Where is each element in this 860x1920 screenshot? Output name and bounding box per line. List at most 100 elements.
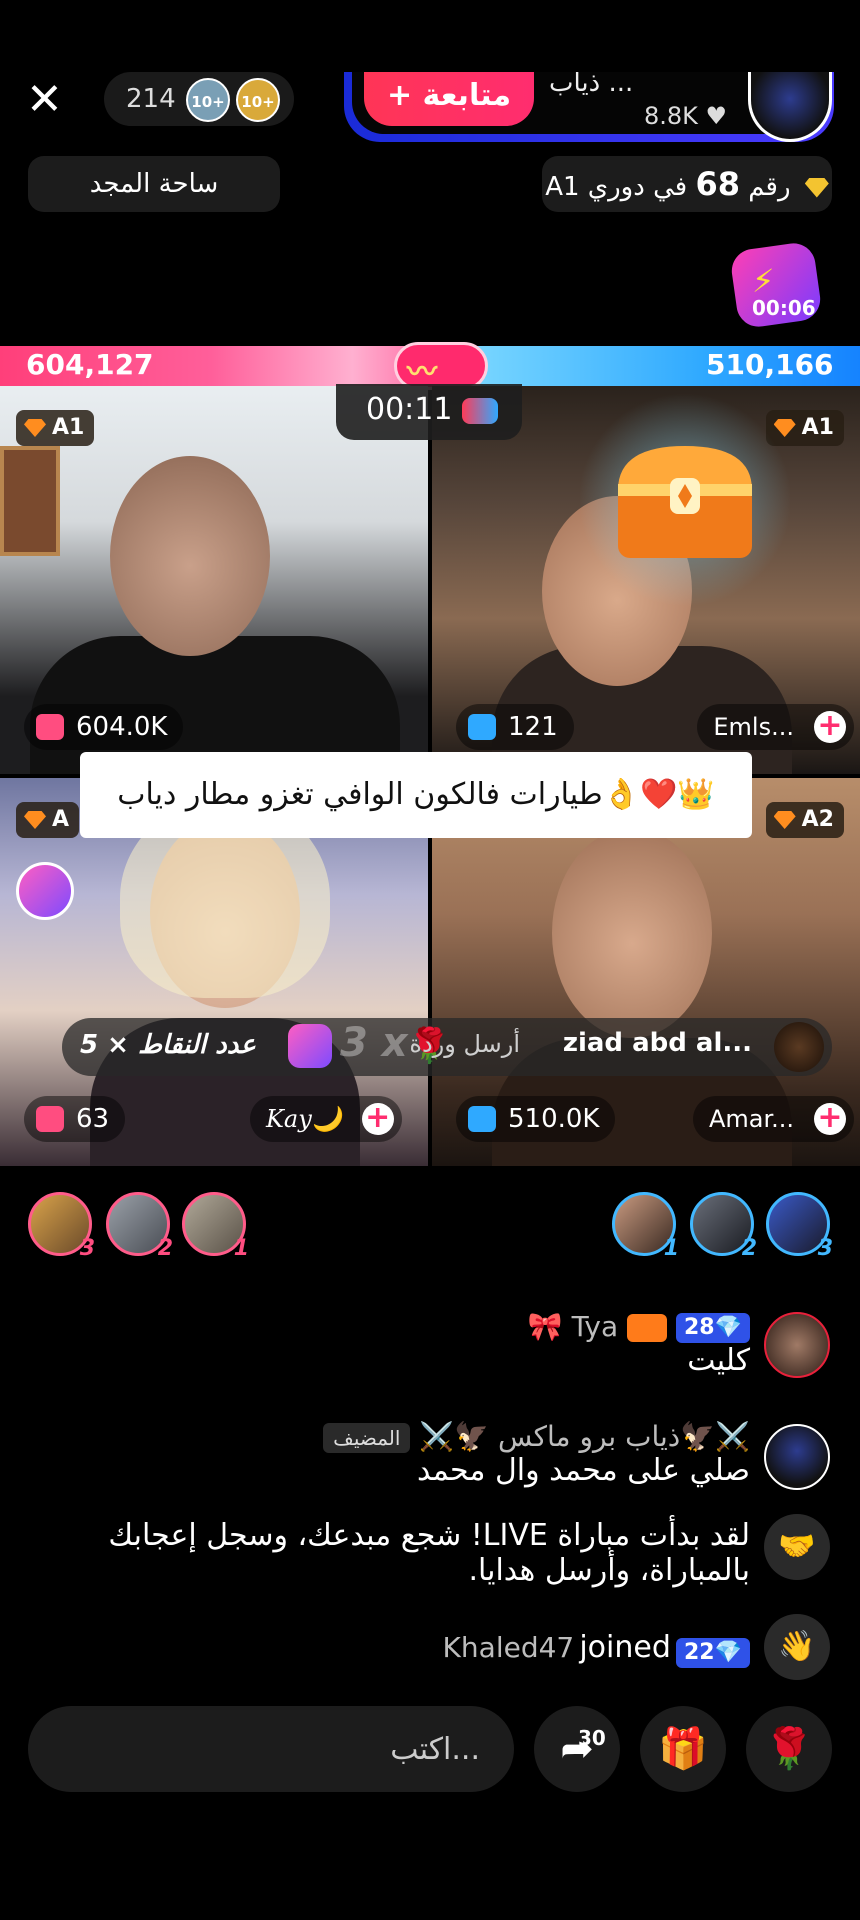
rose-icon: 🌹 xyxy=(764,1726,814,1772)
gifter-rank: 1 xyxy=(663,1236,679,1261)
boost-timer: 00:06 xyxy=(752,296,816,320)
gift-sender: ziad abd al... xyxy=(562,1028,752,1058)
gift-score: 510.0K xyxy=(508,1104,600,1134)
gift-ticker: عدد النقاط × 5 3 x 🌹 أرسل وردة ziad abd … xyxy=(62,1018,832,1076)
gift-action: أرسل وردة xyxy=(409,1030,520,1058)
chat-username[interactable]: Khaled47 xyxy=(443,1631,575,1664)
chat-avatar[interactable] xyxy=(764,1424,830,1490)
top-gifter-right-avatar[interactable]: 2 xyxy=(690,1192,757,1261)
person-head xyxy=(110,456,270,656)
gifter-rank: 1 xyxy=(233,1236,249,1261)
top-gifter-right-avatar[interactable]: 3 xyxy=(766,1192,833,1261)
top-gifter-left-avatar[interactable]: 1 xyxy=(182,1192,249,1261)
share-count: 30 xyxy=(578,1726,606,1750)
chat-message: ⚔️🦅ذياب برو ماكس 🦅⚔️ المضيف صلي على محمد… xyxy=(323,1420,750,1488)
chat-username[interactable]: Tya 🎀 xyxy=(528,1310,618,1343)
fan-badge-icon xyxy=(627,1314,668,1342)
gift-score: 63 xyxy=(76,1104,110,1134)
guest-name: Amar... xyxy=(708,1105,794,1133)
score-divider-knob: 〰 xyxy=(394,342,488,390)
chat-message-text: كليت xyxy=(687,1343,750,1378)
gifter-rank: 2 xyxy=(157,1236,173,1261)
host-likes-value: 8.8K xyxy=(644,102,698,130)
league-label: A1 xyxy=(52,415,85,440)
score-left-value: 604,127 xyxy=(26,348,154,381)
follow-button[interactable]: + متابعة xyxy=(364,72,534,126)
league-tag: A2 xyxy=(765,802,844,838)
gift-box-icon xyxy=(468,1106,496,1132)
rose-button[interactable]: 🌹 xyxy=(746,1706,832,1792)
treasure-chest-icon[interactable] xyxy=(612,438,758,564)
gift-button[interactable]: 🎁 xyxy=(640,1706,726,1792)
league-label: A1 xyxy=(801,415,834,440)
plus-icon[interactable]: + xyxy=(361,1103,394,1135)
top-viewer-badge[interactable]: 10+ xyxy=(236,78,280,122)
viewer-count-pill[interactable]: 214 10+ 10+ xyxy=(104,72,294,126)
join-action: joined xyxy=(579,1630,671,1665)
match-timer-value: 00:11 xyxy=(366,392,453,427)
gifter-rank: 3 xyxy=(79,1236,95,1261)
gifter-rank: 3 xyxy=(817,1236,833,1261)
host-name: ذياب ... xyxy=(549,72,634,98)
gift-score: 121 xyxy=(508,712,558,742)
handshake-icon: 🤝 xyxy=(764,1514,830,1580)
comment-input[interactable] xyxy=(28,1706,514,1792)
match-timer: 00:11 xyxy=(336,384,522,440)
host-likes: 8.8K ♥ xyxy=(644,102,727,130)
viewer-count: 214 xyxy=(126,84,176,114)
gift-box-icon xyxy=(36,714,64,740)
video-tile-top-left[interactable]: A1 604.0K xyxy=(0,386,428,774)
person-head xyxy=(552,828,712,1038)
league-label: A xyxy=(52,807,70,832)
pinned-banner: طيارات فالكون الوافي تغزو مطار دياب👌❤️👑 xyxy=(80,752,752,838)
chat-username[interactable]: ⚔️🦅ذياب برو ماكس 🦅⚔️ xyxy=(419,1420,750,1453)
gift-icon: 🎁 xyxy=(658,1726,708,1772)
plus-icon[interactable]: + xyxy=(814,1103,846,1135)
gift-score: 604.0K xyxy=(76,712,168,742)
league-tag: A xyxy=(16,802,80,838)
share-button[interactable]: ➦ 30 xyxy=(534,1706,620,1792)
system-message-line: بالمباراة، وأرسل هدايا. xyxy=(468,1553,750,1588)
top-gifter-left-avatar[interactable]: 3 xyxy=(28,1192,95,1261)
chat-message-text: صلي على محمد وال محمد xyxy=(416,1453,750,1488)
chat-avatar[interactable] xyxy=(764,1312,830,1378)
gift-score-pill[interactable]: 121 xyxy=(456,704,574,750)
close-icon[interactable]: ✕ xyxy=(26,78,66,122)
join-message: Khaled47 joined 22💎 xyxy=(443,1630,750,1668)
system-message-line: لقد بدأت مباراة LIVE! شجع مبدعك، وسجل إع… xyxy=(108,1518,750,1553)
system-message: لقد بدأت مباراة LIVE! شجع مبدعك، وسجل إع… xyxy=(108,1518,750,1588)
chat-message: 28💎 Tya 🎀 كليت xyxy=(528,1310,750,1378)
gift-score-pill[interactable]: 604.0K xyxy=(24,704,184,750)
host-tag: المضيف xyxy=(323,1423,411,1453)
diamond-icon xyxy=(24,811,46,829)
level-value: 22 xyxy=(683,1639,715,1665)
top-gifter-left-avatar[interactable]: 2 xyxy=(106,1192,173,1261)
level-value: 28 xyxy=(683,1315,715,1340)
level-badge: 22💎 xyxy=(675,1637,750,1668)
battle-score-bar: 〰 604,127 510,166 xyxy=(0,342,860,390)
guest-name-pill[interactable]: Kay🌙 + xyxy=(250,1096,402,1142)
plus-icon[interactable]: + xyxy=(814,711,846,743)
guest-name: Emls... xyxy=(713,713,794,741)
boost-icon xyxy=(288,1024,332,1068)
top-viewer-badge[interactable]: 10+ xyxy=(186,78,230,122)
lightning-icon: ⚡ xyxy=(752,262,775,300)
heart-icon: ♥ xyxy=(705,102,728,130)
points-multiplier-text: عدد النقاط × 5 xyxy=(80,1030,256,1060)
gifter-rank: 2 xyxy=(741,1236,757,1261)
top-gifter-right-avatar[interactable]: 1 xyxy=(612,1192,679,1261)
glory-arena-button[interactable]: ساحة المجد xyxy=(28,156,280,212)
chat-username-row: ⚔️🦅ذياب برو ماكس 🦅⚔️ المضيف xyxy=(323,1420,750,1453)
guest-name: Kay🌙 xyxy=(266,1105,342,1133)
score-right-value: 510,166 xyxy=(706,348,834,381)
league-rank-pill[interactable]: رقم 68 في دوري A1 xyxy=(542,156,832,212)
diamond-icon xyxy=(804,177,829,198)
guest-name-pill[interactable]: Amar... + xyxy=(692,1096,854,1142)
chat-username-row: 28💎 Tya 🎀 xyxy=(528,1310,750,1343)
gift-score-pill[interactable]: 63 xyxy=(24,1096,126,1142)
wave-hand-icon: 👋 xyxy=(764,1614,830,1680)
league-label: A2 xyxy=(801,807,834,832)
gift-score-pill[interactable]: 510.0K xyxy=(456,1096,616,1142)
guest-name-pill[interactable]: Emls... + xyxy=(697,704,854,750)
boost-icon[interactable] xyxy=(16,862,74,920)
